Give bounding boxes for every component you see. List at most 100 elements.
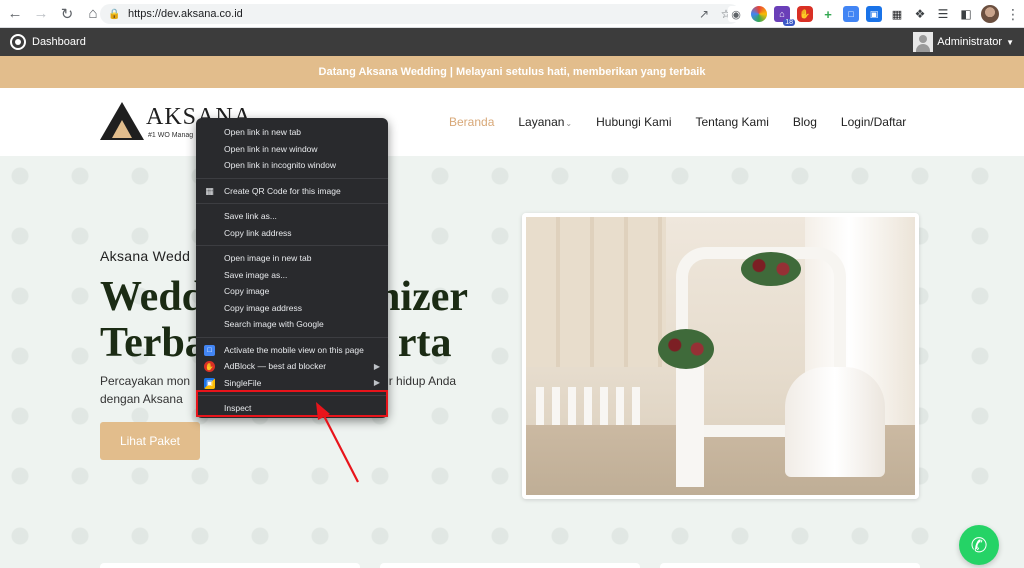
photo-table [785,367,885,477]
back-icon[interactable]: ← [4,3,26,25]
announcement-text: Datang Aksana Wedding | Melayani setulus… [318,66,706,78]
share-icon[interactable]: ↗ [696,7,712,21]
forward-icon[interactable]: → [30,3,52,25]
main-navigation: Beranda Layanan⌄ Hubungi Kami Tentang Ka… [449,88,906,156]
hero-title-line1-end: nizer [377,274,468,320]
wordpress-logo-icon[interactable] [10,34,26,50]
menu-item-save-image-as[interactable]: Save image as... [196,267,388,284]
document-extension-icon[interactable]: □ [843,6,859,22]
hero-section: Aksana Wedd Wedd nizer Terba rta Percayaka… [0,156,1024,568]
photo-flowers-pillar [658,329,714,369]
hero-subtitle: Aksana Wedd [100,248,191,264]
menu-item-open-image-new-tab[interactable]: Open image in new tab [196,250,388,267]
menu-item-label: Save link as... [224,211,277,222]
photo-wall [526,217,666,367]
reload-icon[interactable]: ↻ [56,3,78,25]
menu-separator [196,245,388,246]
menu-separator [196,336,388,338]
menu-item-label: Save image as... [224,269,288,280]
menu-item-activate-mobile-view[interactable]: □ Activate the mobile view on this page [196,342,388,359]
reading-list-icon[interactable]: ☰ [935,6,951,22]
menu-item-label: Open link in new window [224,143,318,154]
lock-icon: 🔒 [108,8,121,20]
menu-item-open-link-incognito[interactable]: Open link in incognito window [196,157,388,174]
hero-title-line2-end: rta [397,320,452,366]
browser-toolbar: ← → ↻ ⌂ 🔒 https://dev.aksana.co.id ↗ ☆ ◉… [0,0,1024,28]
url-text: https://dev.aksana.co.id [128,8,243,20]
submenu-arrow-icon: ▶ [373,378,380,388]
address-bar[interactable]: 🔒 https://dev.aksana.co.id ↗ ☆ [100,4,740,24]
menu-item-search-image-google[interactable]: Search image with Google [196,316,388,333]
browser-menu-icon[interactable]: ⋮ [1006,6,1020,23]
qr-code-icon: ▦ [205,185,214,196]
nav-item-login[interactable]: Login/Daftar [841,115,906,129]
nav-item-blog[interactable]: Blog [793,115,817,129]
logo-triangle-inner [112,120,132,138]
singlefile-extension-icon[interactable]: ▣ [866,6,882,22]
whatsapp-chat-button[interactable]: ✆ [959,525,999,565]
hero-desc-line1-end: ur hidup Anda [382,374,457,388]
singlefile-icon: ▣ [204,377,215,389]
adblock-extension-icon[interactable]: ✋ [797,6,813,22]
admin-user-label: Administrator [937,36,1003,48]
dashboard-link[interactable]: Dashboard [32,36,86,48]
camera-extension-icon[interactable]: ◉ [728,6,744,22]
menu-item-label: Copy image [224,286,270,297]
whatsapp-icon: ✆ [970,534,988,557]
menu-item-open-link-new-window[interactable]: Open link in new window [196,141,388,158]
content-card [380,563,640,568]
menu-item-label: Open link in new tab [224,127,302,138]
menu-item-create-qr-code[interactable]: ▦ Create QR Code for this image [196,183,388,200]
nav-item-tentang-kami[interactable]: Tentang Kami [696,115,769,129]
menu-item-adblock[interactable]: ✋ AdBlock — best ad blocker ▶ [196,358,388,375]
nav-item-layanan[interactable]: Layanan⌄ [518,115,572,129]
puzzle-extensions-icon[interactable]: ❖ [912,6,928,22]
colorpicker-extension-icon[interactable] [751,6,767,22]
admin-bar: Dashboard Administrator ▼ [0,28,1024,56]
plus-extension-icon[interactable]: + [820,6,836,22]
caret-down-icon: ▼ [1006,37,1014,47]
hero-wedding-photo[interactable] [522,213,919,499]
lihat-paket-button[interactable]: Lihat Paket [100,422,200,460]
adblock-icon: ✋ [204,361,215,372]
nav-item-layanan-label: Layanan [518,115,565,129]
grid-extension-icon[interactable]: ▦ [889,6,905,22]
menu-item-label: Create QR Code for this image [224,185,341,196]
menu-item-label: Activate the mobile view on this page [224,344,364,355]
site-header: AKSANA #1 WO Manag Beranda Layanan⌄ Hubu… [0,88,1024,156]
announcement-bar: Datang Aksana Wedding | Melayani setulus… [0,56,1024,88]
extension-badge: 18 [783,19,795,26]
menu-item-label: Search image with Google [224,319,324,330]
submenu-arrow-icon: ▶ [373,361,380,371]
menu-item-copy-image[interactable]: Copy image [196,283,388,300]
menu-separator [196,177,388,179]
menu-item-label: SingleFile [224,377,262,388]
inspect-highlight-box [196,390,388,417]
content-card [660,563,920,568]
menu-item-singlefile[interactable]: ▣ SingleFile ▶ [196,375,388,392]
hero-title-line1: Wedd [100,274,206,320]
menu-item-save-link-as[interactable]: Save link as... [196,208,388,225]
menu-item-label: Open image in new tab [224,253,312,264]
menu-item-open-link-new-tab[interactable]: Open link in new tab [196,124,388,141]
content-card [100,563,360,568]
menu-item-label: Open link in incognito window [224,160,336,171]
menu-item-copy-image-address[interactable]: Copy image address [196,300,388,317]
profile-avatar[interactable] [981,5,999,23]
logo-tagline: #1 WO Manag [148,132,194,139]
chevron-down-icon: ⌄ [565,119,573,128]
context-menu: Open link in new tab Open link in new wi… [196,118,388,418]
menu-item-label: AdBlock — best ad blocker [224,361,327,372]
admin-user-menu[interactable]: Administrator ▼ [913,31,1014,53]
house-extension-icon[interactable]: ⌂ 18 [774,6,795,26]
mobile-view-extension-icon: □ [204,344,215,356]
menu-separator [196,203,388,204]
side-panel-icon[interactable]: ◧ [958,6,974,22]
menu-item-copy-link-address[interactable]: Copy link address [196,225,388,242]
photo-flowers-top [741,252,801,286]
hero-title-line2: Terba [100,320,206,366]
nav-item-beranda[interactable]: Beranda [449,115,494,129]
nav-item-hubungi-kami[interactable]: Hubungi Kami [596,115,671,129]
menu-item-label: Copy link address [224,227,292,238]
menu-item-label: Copy image address [224,302,302,313]
